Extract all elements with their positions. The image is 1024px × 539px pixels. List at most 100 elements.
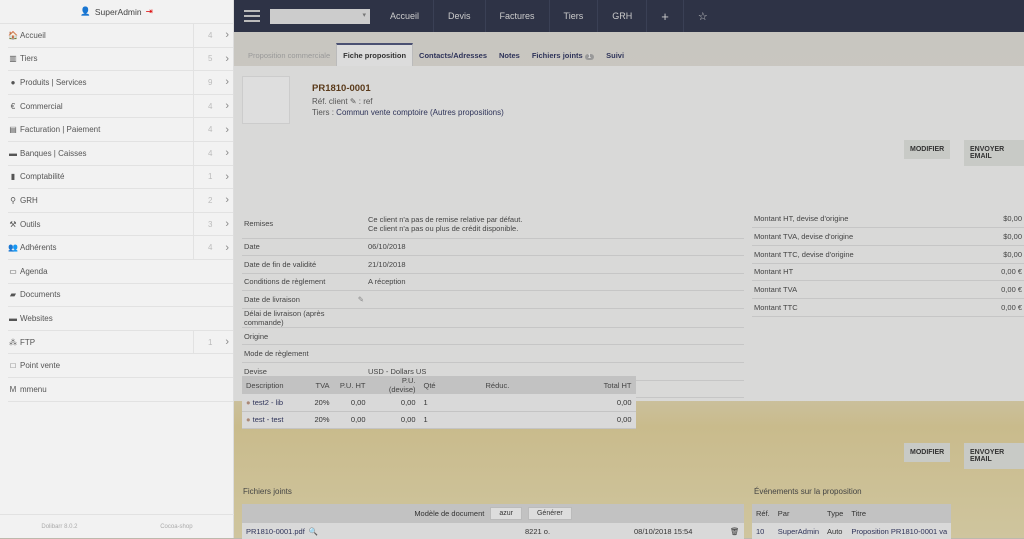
product-icon: ● (10, 77, 16, 87)
field-label: Date (244, 242, 260, 252)
sidebar-item-label: mmenu (20, 384, 47, 394)
tab-notes[interactable]: Notes (493, 45, 526, 66)
tab-contacts[interactable]: Contacts/Adresses (413, 45, 493, 66)
field-row: Remises Ce client n'a pas de remise relat… (242, 210, 744, 239)
files-panel: Modèle de document azur Générer PR1810-0… (242, 504, 744, 539)
breadcrumb: Proposition commerciale (248, 51, 331, 60)
sidebar-item-accueil[interactable]: 🏠 Accueil 4 › (8, 24, 233, 48)
send-email-button[interactable]: ENVOYER EMAIL (964, 140, 1024, 166)
col-type: Type (823, 504, 848, 523)
sidebar-item-banques-caisses[interactable]: ▬ Banques | Caisses 4 › (8, 141, 233, 166)
line-cell: 0,00 (369, 394, 420, 412)
generate-button[interactable]: Générer (527, 507, 572, 520)
line-cell: 20% (287, 411, 334, 429)
col-header: Réduc. (481, 376, 562, 394)
col-ref: Réf. (752, 504, 774, 523)
amount-row: Montant TVA 0,00 € (752, 280, 1024, 299)
col-header: TVA (287, 376, 334, 394)
chevron-right-icon[interactable]: › (225, 100, 229, 112)
file-link[interactable]: PR1810-0001.pdf (246, 527, 305, 536)
modify-button-2[interactable]: MODIFIER (904, 443, 951, 462)
sidebar-item-grh[interactable]: ⚲ GRH 2 › (8, 189, 233, 213)
menu-grh[interactable]: GRH (598, 0, 648, 32)
sidebar-item-facturation-paiement[interactable]: ▤ Facturation | Paiement 4 › (8, 118, 233, 142)
photo-placeholder (242, 76, 290, 124)
line-cell: 0,00 (333, 394, 370, 412)
sidebar-item-tiers[interactable]: ▥ Tiers 5 › (8, 47, 233, 72)
sidebar-item-agenda[interactable]: ▭ Agenda (8, 260, 233, 284)
chevron-right-icon[interactable]: › (225, 147, 229, 159)
sidebar-item-mmenu[interactable]: Mmmenu (8, 378, 233, 402)
menu-tiers[interactable]: Tiers (550, 0, 599, 32)
event-user[interactable]: SuperAdmin (778, 527, 819, 536)
sidebar-item-outils[interactable]: ⚒ Outils 3 › (8, 212, 233, 237)
amount-row: Montant TVA, devise d'origine $0,00 (752, 227, 1024, 246)
star-icon[interactable]: ☆ (684, 0, 722, 32)
sidebar-item-adh-rents[interactable]: 👥 Adhérents 4 › (8, 236, 233, 260)
proposal-card: PR1810-0001 Réf. client ✎ : ref Tiers : … (234, 66, 1024, 401)
line-product-link[interactable]: test - test (253, 415, 284, 424)
field-label: Remises (244, 219, 274, 229)
amount-label: Montant TVA (752, 280, 972, 299)
field-row: Origine (242, 327, 744, 346)
sidebar-item-commercial[interactable]: € Commercial 4 › (8, 94, 233, 119)
trash-icon[interactable]: 🗑 (730, 527, 740, 536)
chevron-right-icon[interactable]: › (225, 53, 229, 65)
plus-icon[interactable]: + (647, 0, 684, 32)
chevron-right-icon[interactable]: › (225, 194, 229, 206)
chevron-right-icon[interactable]: › (225, 29, 229, 41)
send-email-button-2[interactable]: ENVOYER EMAIL (964, 443, 1024, 469)
username[interactable]: SuperAdmin (95, 7, 142, 17)
amount-row: Montant HT, devise d'origine $0,00 (752, 210, 1024, 229)
sidebar-item-documents[interactable]: ▰ Documents (8, 284, 233, 308)
event-title[interactable]: Proposition PR1810-0001 va (851, 527, 947, 536)
pencil-icon[interactable]: ✎ (358, 295, 364, 304)
sidebar-item-label: Commercial (20, 101, 63, 111)
sidebar-item-ftp[interactable]: ⁂ FTP 1 › (8, 330, 233, 355)
sidebar-item-point-vente[interactable]: □ Point vente (8, 354, 233, 378)
sidebar-item-comptabilit-[interactable]: ▮ Comptabilité 1 › (8, 165, 233, 190)
chevron-right-icon[interactable]: › (225, 171, 229, 183)
chevron-right-icon[interactable]: › (225, 124, 229, 136)
lines-header: Description TVA P.U. HT P.U. (devise) Qté Réd… (242, 376, 636, 394)
field-row: Date de fin de validité 21/10/2018 (242, 255, 744, 274)
euro-icon: € (10, 101, 16, 111)
tab-suivi[interactable]: Suivi (600, 45, 630, 66)
tab-files[interactable]: Fichiers joints 1 (526, 45, 600, 66)
chevron-right-icon[interactable]: › (225, 218, 229, 230)
field-value-2: Ce client n'a pas ou plus de crédit disp… (368, 223, 519, 233)
menu-accueil[interactable]: Accueil (376, 0, 435, 32)
chevron-right-icon[interactable]: › (225, 242, 229, 254)
events-title: Événements sur la proposition (754, 487, 862, 496)
sidebar-item-label: Produits | Services (20, 77, 87, 87)
chevron-right-icon[interactable]: › (225, 76, 229, 88)
field-row: Délai de livraison (après commande) (242, 308, 744, 328)
chevron-right-icon[interactable]: › (225, 336, 229, 348)
field-label: Origine (244, 331, 269, 341)
tiers-link[interactable]: Commun vente comptoire (Autres propositi… (336, 108, 504, 117)
hamburger-menu-icon[interactable] (244, 10, 260, 22)
bank-icon: ▬ (9, 148, 17, 158)
menu-factures[interactable]: Factures (486, 0, 550, 32)
preview-icon[interactable]: 🔍 (309, 527, 318, 536)
pencil-icon[interactable]: ✎ (350, 97, 357, 106)
line-cell: 0,00 (333, 411, 370, 429)
sidebar-item-websites[interactable]: ▬ Websites (8, 307, 233, 331)
line-row: ● test2 - lib 20% 0,00 0,00 1 0,00 (242, 394, 636, 412)
sidebar-item-label: GRH (20, 195, 38, 205)
website-icon: ▬ (9, 313, 17, 323)
col-titre: Titre (847, 504, 952, 523)
menu-devis[interactable]: Devis (434, 0, 486, 32)
search-select[interactable] (270, 8, 370, 24)
amount-value: 0,00 € (971, 298, 1024, 317)
logout-icon[interactable]: ⇥ (146, 6, 153, 17)
home-icon: 🏠 (8, 30, 18, 40)
user-icon: 👤 (80, 6, 91, 16)
modify-button[interactable]: MODIFIER (904, 140, 951, 159)
tab-fiche[interactable]: Fiche proposition (336, 43, 414, 66)
line-product-link[interactable]: test2 - lib (253, 398, 283, 407)
sidebar-item-produits-services[interactable]: ● Produits | Services 9 › (8, 71, 233, 95)
sidebar-item-label: Adhérents (20, 243, 57, 253)
event-ref[interactable]: 10 (756, 527, 764, 536)
model-select[interactable]: azur (490, 507, 522, 520)
